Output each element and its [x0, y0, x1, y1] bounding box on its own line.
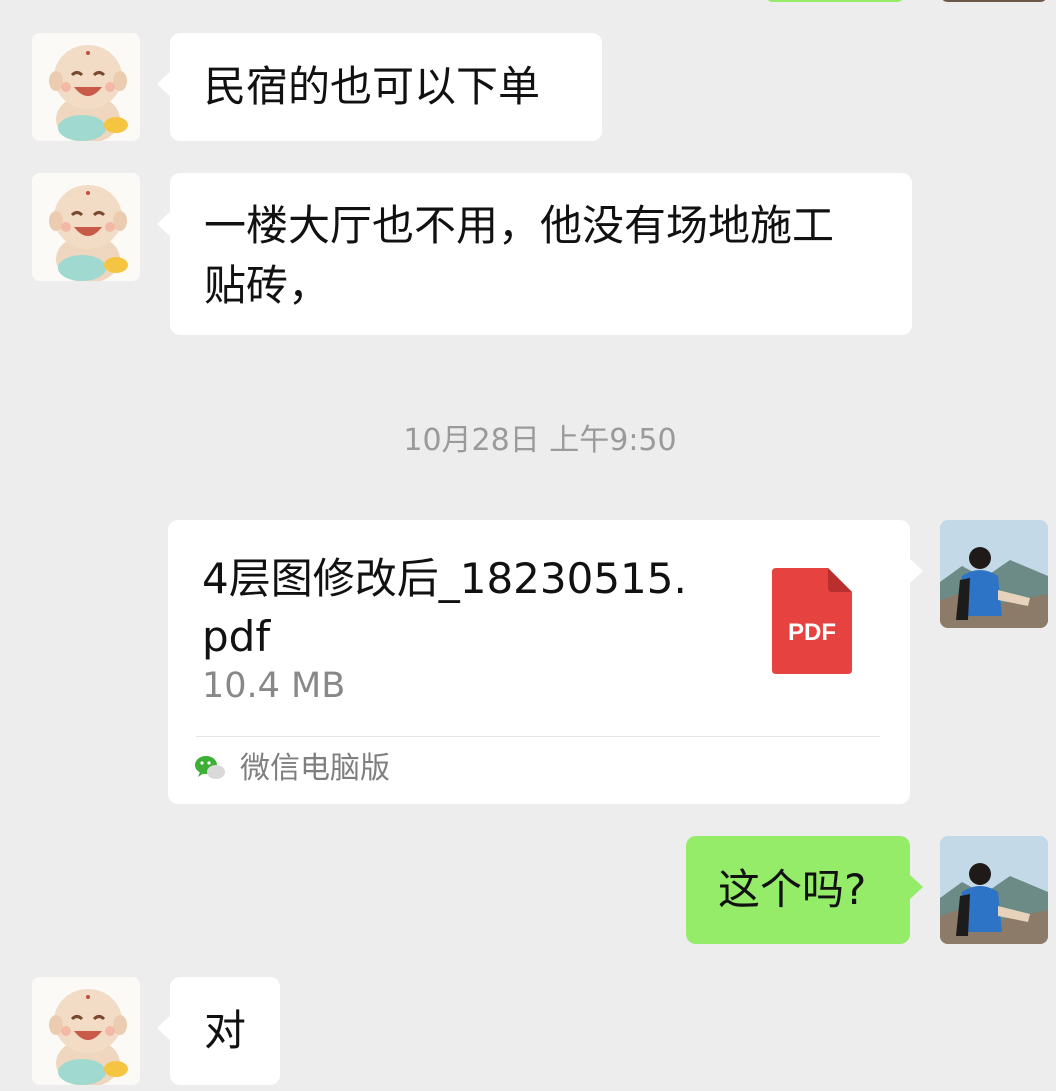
- previous-message-bubble[interactable]: [765, 0, 905, 2]
- message-bubble-incoming[interactable]: 民宿的也可以下单: [157, 33, 602, 141]
- message-timestamp: 10月28日 上午9:50: [403, 423, 677, 458]
- laughing-buddha-avatar-icon: [32, 977, 140, 1085]
- file-name-line: 4层图修改后_18230515.: [202, 554, 687, 603]
- file-name-line: pdf: [202, 612, 271, 661]
- contact-avatar[interactable]: [32, 33, 140, 141]
- laughing-buddha-avatar-icon: [32, 33, 140, 141]
- message-bubble-outgoing[interactable]: 这个吗?: [686, 836, 923, 944]
- file-card-divider: [196, 736, 880, 737]
- laughing-buddha-avatar-icon: [32, 173, 140, 281]
- self-avatar[interactable]: [940, 520, 1048, 628]
- pdf-badge-label: PDF: [788, 619, 836, 646]
- pdf-icon: PDF: [772, 568, 852, 674]
- message-text-line: 一楼大厅也不用，他没有场地施工: [204, 201, 835, 250]
- message-text-line: 贴砖，: [204, 261, 331, 310]
- wechat-icon: [195, 756, 225, 779]
- file-message-card[interactable]: 4层图修改后_18230515. pdf 10.4 MB PDF 微信电脑版: [168, 520, 923, 804]
- self-avatar[interactable]: [940, 0, 1048, 2]
- self-avatar[interactable]: [940, 836, 1048, 944]
- contact-avatar[interactable]: [32, 977, 140, 1085]
- contact-avatar[interactable]: [32, 173, 140, 281]
- message-bubble-incoming[interactable]: 对: [157, 977, 280, 1085]
- mountain-hiker-avatar-icon: [940, 520, 1048, 628]
- mountain-hiker-avatar-icon: [940, 836, 1048, 944]
- message-bubble-incoming[interactable]: 一楼大厅也不用，他没有场地施工 贴砖，: [157, 173, 912, 335]
- file-size: 10.4 MB: [202, 666, 346, 706]
- message-text: 对: [204, 1006, 247, 1055]
- file-source-label: 微信电脑版: [240, 751, 390, 786]
- message-text: 这个吗?: [718, 865, 867, 914]
- file-name: 4层图修改后_18230515. pdf: [202, 550, 742, 666]
- message-text: 民宿的也可以下单: [204, 62, 541, 111]
